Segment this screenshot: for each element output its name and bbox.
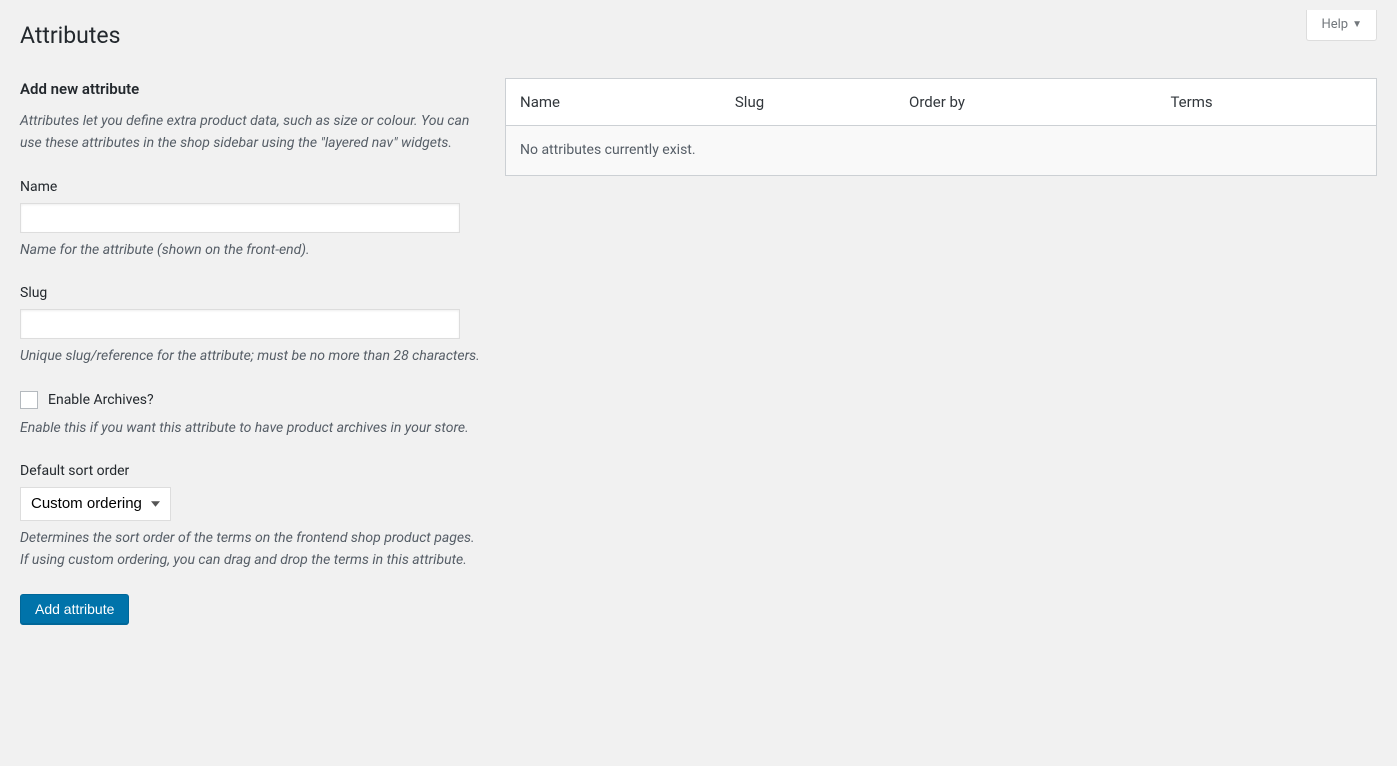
attributes-table: Name Slug Order by Terms No attributes c…	[505, 78, 1377, 177]
section-title: Add new attribute	[20, 78, 485, 101]
name-label: Name	[20, 177, 485, 198]
chevron-down-icon: ▼	[1352, 17, 1362, 32]
section-intro: Attributes let you define extra product …	[20, 110, 485, 155]
sort-order-desc: Determines the sort order of the terms o…	[20, 527, 485, 572]
col-header-terms: Terms	[1158, 78, 1376, 126]
help-label: Help	[1321, 15, 1348, 35]
name-input[interactable]	[20, 203, 460, 233]
help-tab[interactable]: Help ▼	[1306, 10, 1377, 41]
enable-archives-label: Enable Archives?	[48, 390, 154, 411]
sort-order-label: Default sort order	[20, 461, 485, 482]
col-header-name: Name	[506, 78, 723, 126]
col-header-orderby: Order by	[897, 78, 1158, 126]
name-desc: Name for the attribute (shown on the fro…	[20, 239, 485, 261]
table-empty-message: No attributes currently exist.	[506, 126, 1377, 176]
page-title: Attributes	[20, 10, 1377, 58]
add-attribute-button[interactable]: Add attribute	[20, 594, 129, 624]
col-header-slug: Slug	[723, 78, 897, 126]
table-empty-row: No attributes currently exist.	[506, 126, 1377, 176]
enable-archives-desc: Enable this if you want this attribute t…	[20, 417, 485, 439]
slug-label: Slug	[20, 283, 485, 304]
sort-order-select[interactable]: Custom ordering	[20, 487, 171, 521]
add-attribute-form: Add new attribute Attributes let you def…	[20, 78, 485, 624]
slug-desc: Unique slug/reference for the attribute;…	[20, 345, 485, 367]
slug-input[interactable]	[20, 309, 460, 339]
enable-archives-checkbox[interactable]	[20, 391, 38, 409]
